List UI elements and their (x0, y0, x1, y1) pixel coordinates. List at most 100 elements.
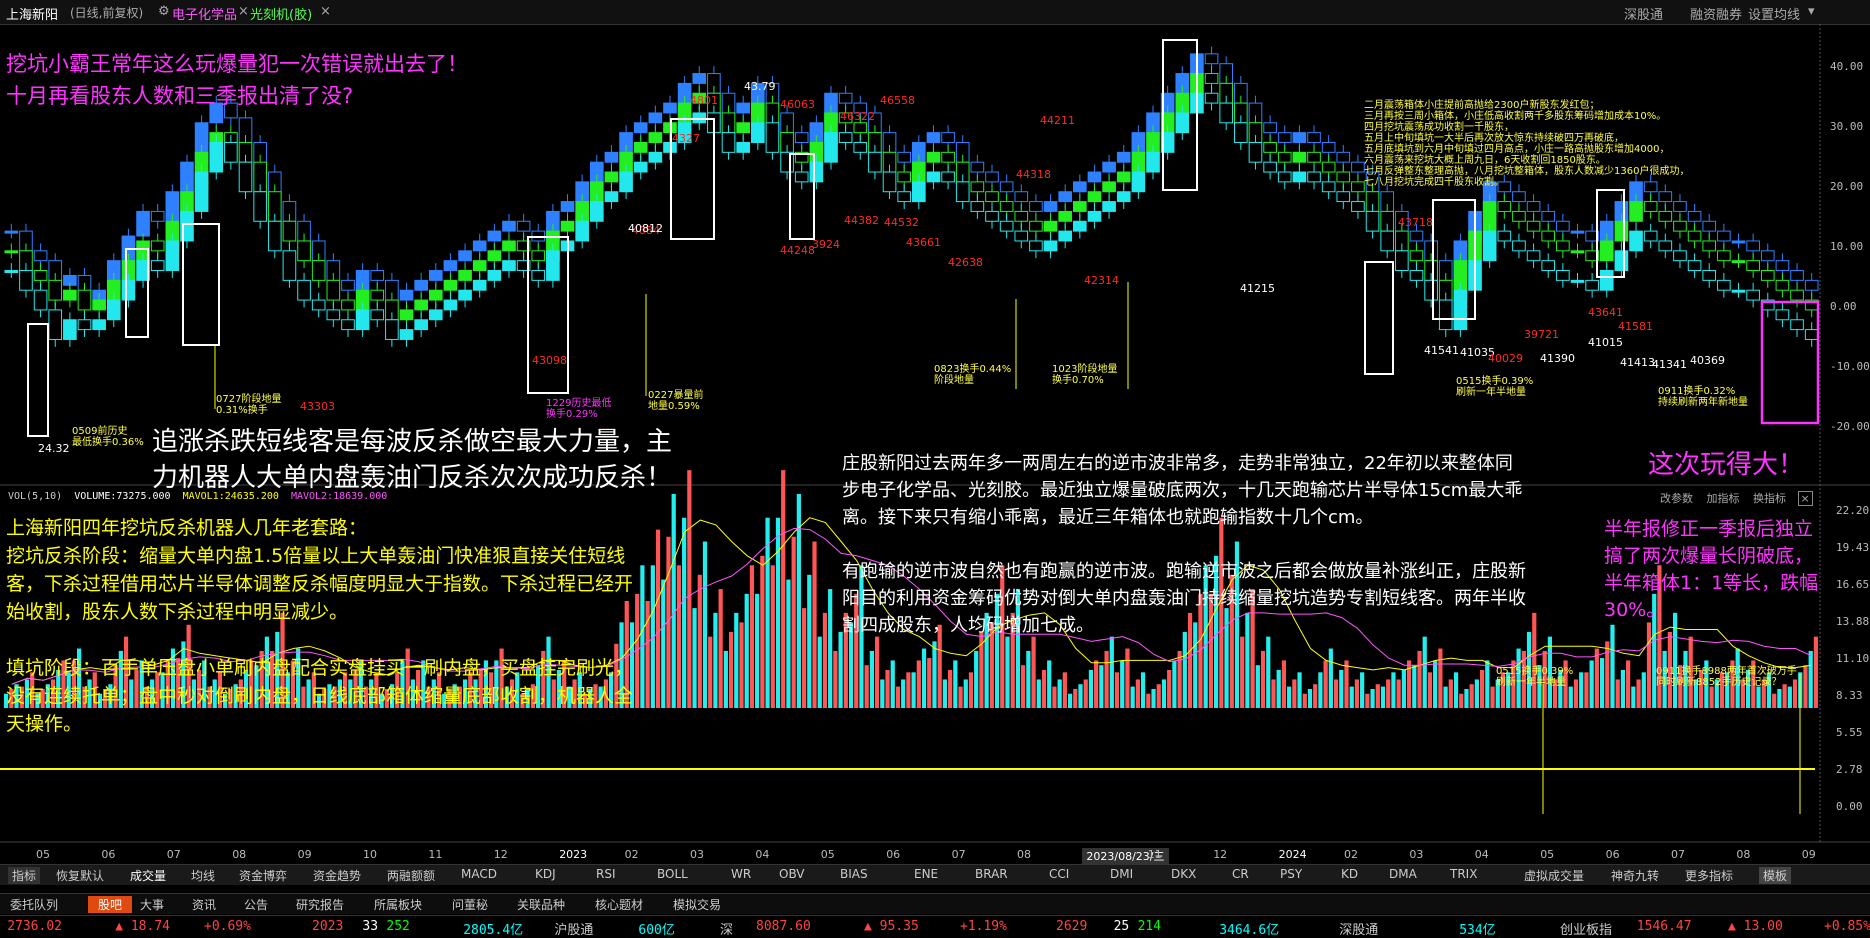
tab-16[interactable]: CCI (1049, 867, 1069, 881)
tab-23[interactable]: TRIX (1450, 867, 1477, 881)
tab-1[interactable]: 恢复默认 (56, 867, 104, 884)
close-icon[interactable]: × (320, 4, 331, 19)
candle-body (282, 220, 297, 242)
add-indicator-button[interactable]: 加指标 (1707, 492, 1740, 505)
tag-lithography[interactable]: 光刻机(胶) (250, 4, 312, 23)
bottom-tab-1[interactable]: 股吧 (88, 896, 133, 913)
candle-body (1541, 210, 1556, 222)
volume-bar (1620, 669, 1626, 708)
candle-body (341, 279, 355, 291)
tab-6[interactable]: 两融额额 (387, 867, 435, 884)
tab-22[interactable]: DMA (1389, 867, 1417, 881)
tab-3[interactable]: 均线 (191, 867, 215, 884)
volume-bar (1172, 660, 1177, 708)
tab-19[interactable]: CR (1232, 867, 1249, 881)
volume-bar (1026, 650, 1031, 708)
tab-24[interactable]: 虚拟成交量 (1524, 867, 1584, 884)
x-tick: 02 (624, 848, 639, 861)
volume-bar (1380, 686, 1386, 708)
x-tick: 2024 (1278, 848, 1307, 861)
volume-bar (1047, 660, 1052, 708)
bottom-tab-4[interactable]: 公告 (244, 896, 268, 913)
price-annotation: 46322 (840, 110, 875, 123)
bottom-tab-9[interactable]: 核心题材 (595, 896, 643, 913)
candle-body (165, 240, 180, 272)
candle-body (1526, 201, 1541, 212)
tab-5[interactable]: 资金趋势 (313, 867, 361, 884)
volume-bar (1292, 679, 1297, 708)
tab-8[interactable]: KDJ (535, 867, 556, 881)
tab-11[interactable]: WR (731, 867, 751, 881)
candle-body (1599, 270, 1614, 291)
status-item-13: 2629 (1056, 919, 1088, 934)
x-tick: 06 (1605, 848, 1620, 861)
bottom-tab-5[interactable]: 研究报告 (296, 896, 344, 913)
candle-body (1658, 210, 1673, 222)
close-icon[interactable]: × (1797, 491, 1813, 506)
margin-link[interactable]: 融资融券 (1690, 4, 1742, 23)
candle-body (633, 122, 648, 134)
tab-15[interactable]: BRAR (975, 867, 1008, 881)
bottom-tab-8[interactable]: 关联品种 (517, 896, 565, 913)
candle-body (633, 161, 648, 173)
chevron-down-icon[interactable]: ▾ (1808, 4, 1815, 19)
northbound-link[interactable]: 深股通 (1624, 4, 1663, 23)
x-tick: 10 (363, 848, 377, 861)
candle-body (1746, 289, 1760, 301)
candle-body (92, 319, 106, 331)
bottom-tab-10[interactable]: 模拟交易 (673, 896, 721, 913)
note-0911: 0911换手0.32% 持续刷新两年新地量 (1658, 386, 1748, 408)
tab-2[interactable]: 成交量 (130, 867, 166, 884)
ma-settings-button[interactable]: 设置均线 (1748, 4, 1800, 23)
candle-body (1541, 230, 1556, 242)
index-status-bar: 2736.02 ▲ 18.74 +0.69% 2023 33 252 2805.4亿 沪股通 6… (0, 915, 1870, 938)
candle-body (487, 230, 502, 242)
tab-12[interactable]: OBV (779, 867, 805, 881)
candle-body (399, 329, 414, 340)
x-tick: 07 (1671, 848, 1685, 861)
switch-indicator-button[interactable]: 换指标 (1753, 492, 1786, 505)
tab-14[interactable]: ENE (914, 867, 938, 881)
candle-body (1570, 230, 1585, 234)
tab-9[interactable]: RSI (596, 867, 616, 881)
candle-body (150, 240, 165, 252)
close-icon[interactable]: × (238, 4, 249, 19)
tab-18[interactable]: DKX (1171, 867, 1196, 881)
x-tick: 12 (493, 848, 508, 861)
volume-bar (1302, 693, 1307, 708)
tab-26[interactable]: 更多指标 (1685, 867, 1733, 884)
bottom-tab-3[interactable]: 资讯 (192, 896, 216, 913)
tag-electronic-chem[interactable]: 电子化学品 (172, 4, 237, 23)
tab-0[interactable]: 指标 (8, 867, 41, 884)
edit-params-button[interactable]: 改参数 (1660, 492, 1693, 505)
candle-body (1497, 230, 1512, 242)
tab-27[interactable]: 模板 (1759, 867, 1792, 884)
tab-7[interactable]: MACD (461, 867, 497, 881)
volume-bar (1787, 686, 1792, 708)
candle-body (853, 122, 868, 134)
tab-10[interactable]: BOLL (657, 867, 688, 881)
tab-21[interactable]: KD (1341, 867, 1358, 881)
volume-bar (807, 574, 812, 708)
bottom-tab-7[interactable]: 问董秘 (452, 896, 488, 913)
status-item-0: 2736.02 (7, 919, 62, 934)
candle-body (1014, 191, 1029, 203)
tab-20[interactable]: PSY (1280, 867, 1302, 881)
note-0515-vol: 0515换手0.39% 刷新一年半地量 (1496, 666, 1574, 688)
price-annotation: 44318 (1016, 168, 1051, 181)
volume-bar (1485, 660, 1490, 708)
tab-13[interactable]: BIAS (840, 867, 868, 881)
candle-body (897, 151, 912, 163)
tab-17[interactable]: DMI (1110, 867, 1133, 881)
gear-icon[interactable]: ⚙ (158, 4, 170, 19)
tab-4[interactable]: 资金博弈 (239, 867, 287, 884)
bottom-tab-0[interactable]: 委托队列 (10, 896, 58, 913)
status-item-12: +1.19% (960, 919, 1007, 934)
candle-body (1351, 161, 1365, 173)
bottom-tab-2[interactable]: 大事 (140, 896, 164, 913)
candle-body (77, 319, 92, 331)
candle-body (1717, 279, 1731, 291)
candle-body (1541, 260, 1556, 272)
tab-25[interactable]: 神奇九转 (1611, 867, 1659, 884)
bottom-tab-6[interactable]: 所属板块 (374, 896, 422, 913)
